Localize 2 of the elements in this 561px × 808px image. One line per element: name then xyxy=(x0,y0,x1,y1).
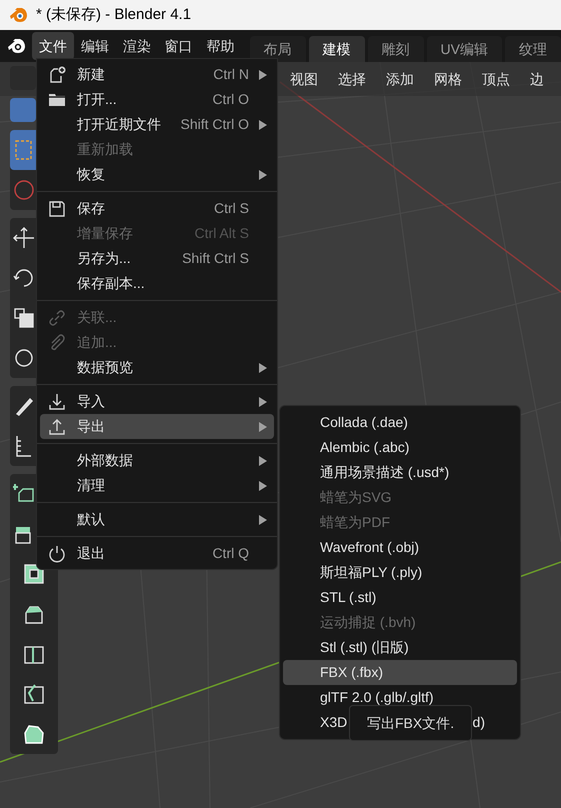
window-title: * (未保存) - Blender 4.1 xyxy=(36,4,192,25)
tooltip: 写出FBX文件. xyxy=(349,705,472,741)
